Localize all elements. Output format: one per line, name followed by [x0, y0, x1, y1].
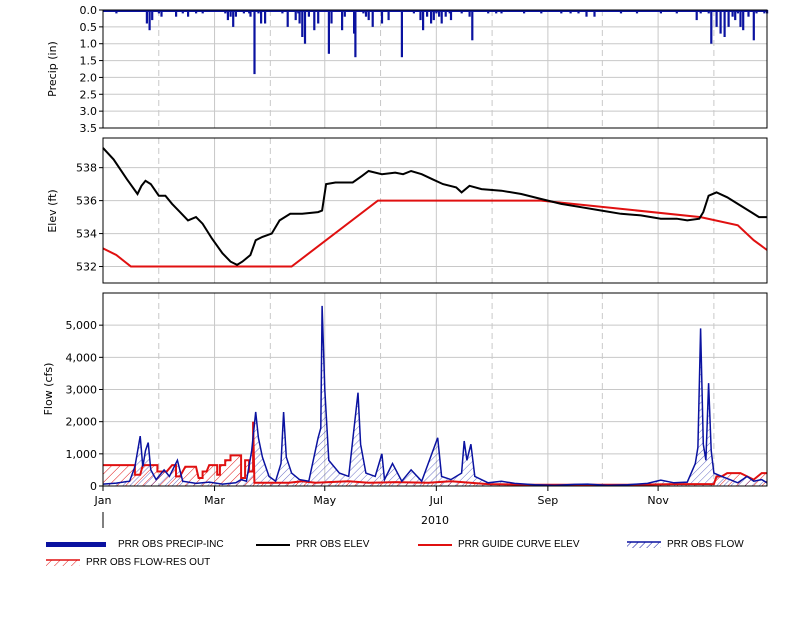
precip-bar	[330, 10, 333, 24]
precip-bar	[371, 10, 374, 27]
legend-guide-label: PRR GUIDE CURVE ELEV	[458, 539, 580, 550]
precip-bar	[723, 10, 726, 37]
precip-bar	[710, 10, 713, 44]
precip-bar	[440, 10, 443, 24]
y-tick-label: 534	[76, 228, 97, 241]
precip-bar	[471, 10, 474, 41]
y-tick-label: 0.0	[80, 4, 98, 17]
precip-bar	[354, 10, 357, 58]
x-tick-label: Mar	[204, 494, 225, 507]
flow-axis-label: Flow (cfs)	[42, 363, 55, 416]
y-tick-label: 536	[76, 195, 97, 208]
y-tick-label: 1.5	[80, 55, 98, 68]
precip-bar	[719, 10, 722, 34]
elev-panel: 532 534 536 538 Elev (ft)	[46, 137, 768, 284]
legend-flow: PRR OBS FLOW	[627, 539, 797, 551]
precip-bar	[341, 10, 344, 31]
precip-bar	[298, 10, 301, 24]
elev-axis-label: Elev (ft)	[46, 189, 59, 232]
x-tick-label: Nov	[647, 494, 669, 507]
y-tick-label: 2,000	[66, 416, 98, 429]
legend-precip-label: PRR OBS PRECIP-INC	[118, 539, 224, 550]
precip-bar	[327, 10, 330, 54]
y-tick-label: 0.5	[80, 21, 98, 34]
y-tick-label: 2.0	[80, 71, 98, 84]
y-tick-label: 532	[76, 261, 97, 274]
precip-bar	[253, 10, 256, 75]
y-tick-label: 1.0	[80, 38, 98, 51]
hydrograph-figure: 0.0 0.5 1.0 1.5 2.0 2.5 3.0 3.5 Precip (in) 532…	[42, 4, 769, 528]
y-tick-label: 3.5	[80, 122, 98, 135]
x-tick-label: Sep	[538, 494, 559, 507]
precip-bar	[232, 10, 235, 27]
precip-bar	[264, 10, 267, 24]
precip-bar	[430, 10, 433, 24]
precip-axis-label: Precip (in)	[46, 41, 59, 97]
obs-flow-hatch	[103, 305, 767, 486]
y-tick-label: 4,000	[66, 351, 98, 364]
precip-bar	[727, 10, 730, 27]
obs-elev-line	[102, 147, 767, 267]
legend-precip: PRR OBS PRECIP-INC	[46, 539, 246, 551]
y-tick-label: 1,000	[66, 448, 98, 461]
precip-bar	[317, 10, 320, 24]
legend-elev-label: PRR OBS ELEV	[296, 539, 370, 550]
precip-panel: 0.0 0.5 1.0 1.5 2.0 2.5 3.0 3.5 Precip (in)	[46, 4, 769, 135]
legend-precip-swatch	[46, 542, 106, 547]
legend-flow-res-out: PRR OBS FLOW-RES OUT	[46, 557, 266, 569]
x-tick-label: Jul	[429, 494, 443, 507]
precip-bar	[380, 10, 384, 24]
x-tick-label: May	[313, 494, 336, 507]
y-tick-label: 538	[76, 162, 97, 175]
precip-bar	[313, 10, 316, 31]
flow-panel: 0 1,000 2,000 3,000 4,000 5,000 Flow (cfs)	[42, 292, 768, 493]
precip-bar	[145, 10, 148, 24]
precip-bar	[752, 10, 755, 41]
y-tick-label: 0	[90, 480, 97, 493]
precip-bar	[400, 10, 403, 58]
precip-bar	[148, 10, 151, 31]
legend-flow-res-out-label: PRR OBS FLOW-RES OUT	[86, 557, 211, 568]
x-tick-label: Jan	[94, 494, 112, 507]
legend-guide: PRR GUIDE CURVE ELEV	[418, 539, 618, 551]
y-tick-label: 3.0	[80, 105, 98, 118]
y-tick-label: 5,000	[66, 319, 98, 332]
precip-bar	[286, 10, 289, 27]
precip-bar	[739, 10, 742, 27]
precip-bar	[301, 10, 304, 37]
precip-bar	[742, 10, 745, 31]
y-tick-label: 2.5	[80, 88, 98, 101]
precip-bar	[422, 10, 425, 31]
year-label: 2010	[421, 514, 449, 527]
legend-flow-label: PRR OBS FLOW	[667, 539, 744, 550]
precip-bar	[715, 10, 718, 27]
precip-bar	[260, 10, 263, 24]
y-tick-label: 3,000	[66, 384, 98, 397]
time-axis: Jan Mar May Jul Sep Nov 2010	[94, 486, 669, 528]
precip-bar	[303, 10, 307, 44]
